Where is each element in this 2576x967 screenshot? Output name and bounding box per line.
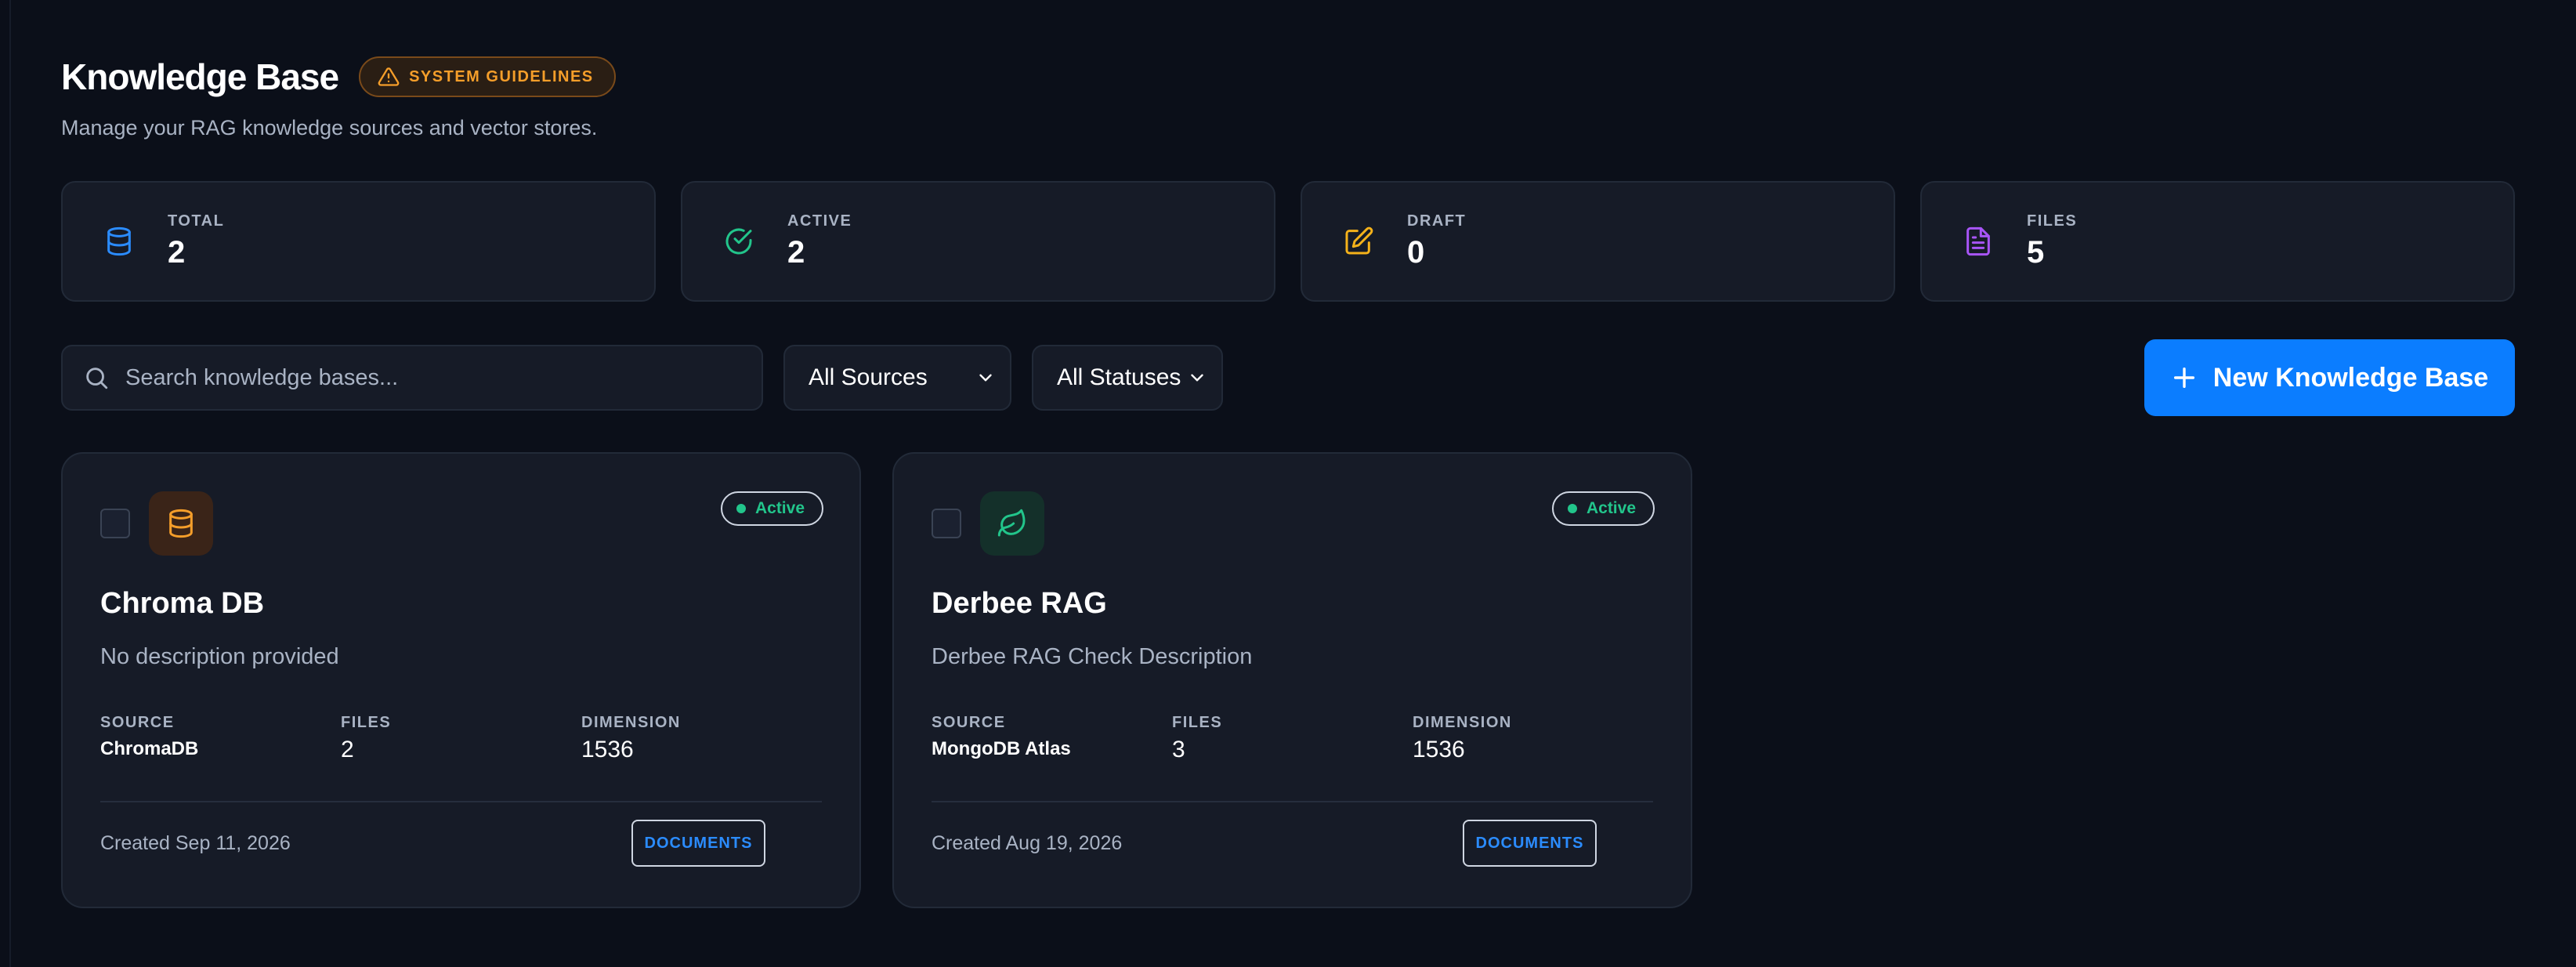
card-meta: SOURCE MongoDB Atlas FILES 3 DIMENSION 1… [932, 714, 1653, 763]
edit-icon [1345, 226, 1373, 255]
card-top [932, 491, 1653, 556]
database-icon [107, 226, 131, 256]
chevron-down-icon [1191, 374, 1203, 382]
status-label: Active [754, 499, 805, 517]
search-icon [86, 368, 108, 389]
created-date: Created Aug 19, 2026 [932, 831, 1123, 854]
meta-value: 3 [1172, 737, 1185, 762]
status-badge: Active [720, 491, 823, 526]
meta-files: FILES 2 [341, 714, 581, 763]
stat-label: ACTIVE [787, 212, 852, 230]
stat-value: 2 [787, 235, 805, 270]
meta-source: SOURCE MongoDB Atlas [932, 714, 1172, 763]
new-knowledge-base-label: New Knowledge Base [2212, 362, 2489, 393]
stat-card-draft: DRAFT 0 [1301, 181, 1895, 302]
stat-text: ACTIVE 2 [787, 212, 852, 270]
stat-label: TOTAL [168, 212, 225, 230]
meta-dimension: DIMENSION 1536 [1413, 714, 1653, 763]
system-guidelines-button[interactable]: SYSTEM GUIDELINES [359, 56, 616, 97]
stat-label: FILES [2027, 212, 2078, 230]
card-divider [100, 801, 822, 802]
meta-label: DIMENSION [581, 714, 681, 731]
card-title: Chroma DB [100, 587, 265, 620]
card-meta: SOURCE ChromaDB FILES 2 DIMENSION 1536 [100, 714, 822, 763]
card-top [100, 491, 822, 556]
meta-value: 2 [341, 737, 354, 762]
status-label: Active [1586, 499, 1636, 517]
stat-label: DRAFT [1407, 212, 1467, 230]
warning-triangle-icon [378, 67, 400, 86]
stat-value: 0 [1407, 235, 1425, 270]
meta-label: FILES [341, 714, 392, 731]
card-footer: Created Aug 19, 2026 DOCUMENTS [932, 820, 1653, 867]
system-guidelines-label: SYSTEM GUIDELINES [409, 67, 594, 85]
stat-text: FILES 5 [2027, 212, 2077, 270]
meta-label: DIMENSION [1413, 714, 1512, 731]
check-circle-icon [725, 228, 752, 255]
card-footer: Created Sep 11, 2026 DOCUMENTS [100, 820, 822, 867]
meta-dimension: DIMENSION 1536 [581, 714, 822, 763]
stat-card-files: FILES 5 [1920, 181, 2515, 302]
knowledge-base-card[interactable]: Active Chroma DB No description provided… [61, 452, 861, 908]
stat-text: TOTAL 2 [168, 212, 224, 270]
statuses-filter-value: All Statuses [1057, 364, 1181, 390]
card-description: No description provided [100, 644, 339, 669]
status-dot [1567, 504, 1577, 513]
stat-value: 5 [2027, 235, 2045, 270]
page-header: Knowledge Base SYSTEM GUIDELINES [61, 55, 2515, 99]
leaf-icon [997, 509, 1026, 537]
card-icon-tile [149, 491, 213, 556]
toolbar: All Sources All Statuses New Knowledge B… [61, 339, 2515, 416]
meta-label: SOURCE [100, 714, 175, 731]
card-icon-tile [980, 491, 1044, 556]
meta-value: 1536 [581, 737, 634, 762]
page-title: Knowledge Base [61, 56, 339, 97]
stats-row: TOTAL 2 ACTIVE 2 DRAFT 0 FILES 5 [61, 181, 2515, 302]
stat-text: DRAFT 0 [1407, 212, 1466, 270]
database-icon [169, 509, 193, 538]
stat-card-total: TOTAL 2 [61, 181, 656, 302]
card-select-checkbox[interactable] [932, 509, 961, 538]
file-text-icon [1966, 226, 1990, 256]
meta-value: ChromaDB [100, 738, 199, 759]
card-title: Derbee RAG [932, 587, 1107, 620]
sources-filter-value: All Sources [809, 364, 928, 390]
meta-label: SOURCE [932, 714, 1006, 731]
knowledge-base-page: Knowledge Base SYSTEM GUIDELINES Manage … [0, 0, 2576, 967]
meta-label: FILES [1172, 714, 1223, 731]
documents-button[interactable]: DOCUMENTS [1463, 820, 1597, 867]
knowledge-base-grid: Active Chroma DB No description provided… [61, 452, 2515, 908]
meta-value: 1536 [1413, 737, 1465, 762]
card-divider [932, 801, 1653, 802]
knowledge-base-card[interactable]: Active Derbee RAG Derbee RAG Check Descr… [892, 452, 1692, 908]
plus-icon [2173, 367, 2194, 389]
page-subtitle: Manage your RAG knowledge sources and ve… [61, 116, 598, 139]
sidebar-edge [9, 0, 11, 967]
chevron-down-icon [979, 374, 992, 382]
sources-filter-select[interactable]: All Sources [783, 345, 1011, 411]
search-input[interactable] [125, 364, 762, 391]
card-description: Derbee RAG Check Description [932, 644, 1253, 669]
statuses-filter-select[interactable]: All Statuses [1032, 345, 1223, 411]
created-date: Created Sep 11, 2026 [100, 831, 291, 854]
stat-card-active: ACTIVE 2 [681, 181, 1275, 302]
new-knowledge-base-button[interactable]: New Knowledge Base [2144, 339, 2515, 416]
documents-button[interactable]: DOCUMENTS [631, 820, 765, 867]
meta-files: FILES 3 [1172, 714, 1413, 763]
status-dot [736, 504, 746, 513]
card-select-checkbox[interactable] [100, 509, 130, 538]
search-box [61, 345, 763, 411]
status-badge: Active [1551, 491, 1655, 526]
meta-value: MongoDB Atlas [932, 738, 1071, 759]
meta-source: SOURCE ChromaDB [100, 714, 341, 763]
stat-value: 2 [168, 235, 186, 270]
